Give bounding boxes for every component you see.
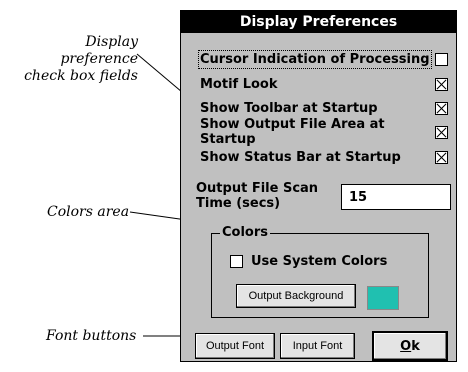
font-buttons-callout: Font buttons bbox=[46, 328, 137, 344]
pref-checkbox[interactable] bbox=[435, 77, 448, 91]
input-font-button[interactable]: Input Font bbox=[280, 333, 355, 359]
ok-label-rest: k bbox=[411, 338, 420, 354]
dialog-title-bar: Display Preferences bbox=[181, 11, 456, 33]
use-system-colors-label: Use System Colors bbox=[251, 254, 388, 269]
pref-checkbox[interactable] bbox=[435, 101, 448, 115]
display-pref-callout: Display preference check box fields bbox=[10, 34, 138, 85]
pref-label: Show Output File Area at Startup bbox=[200, 117, 385, 147]
pref-motif-look[interactable]: Motif Look bbox=[200, 73, 448, 95]
use-system-colors-checkbox[interactable] bbox=[230, 255, 243, 268]
pref-checkbox[interactable] bbox=[435, 52, 448, 66]
output-font-button[interactable]: Output Font bbox=[195, 333, 275, 359]
ok-button[interactable]: Ok bbox=[372, 331, 448, 361]
ok-mnemonic: O bbox=[400, 338, 412, 354]
colors-legend: Colors bbox=[220, 225, 271, 241]
display-pref-callout-line2: check box fields bbox=[24, 68, 138, 84]
dialog-title: Display Preferences bbox=[239, 14, 398, 30]
pref-checkbox[interactable] bbox=[435, 150, 448, 164]
scan-time-label-line2: Time (secs) bbox=[196, 196, 281, 211]
display-preferences-dialog: Display Preferences Cursor Indication of… bbox=[180, 10, 457, 362]
pref-label: Show Toolbar at Startup bbox=[200, 100, 378, 116]
scan-time-label-line1: Output File Scan bbox=[196, 181, 319, 196]
colors-group: Colors Use System Colors Output Backgrou… bbox=[211, 225, 429, 318]
scan-time-input[interactable]: 15 bbox=[341, 184, 451, 210]
colors-area-callout: Colors area bbox=[47, 204, 130, 220]
pref-checkbox[interactable] bbox=[435, 125, 448, 139]
use-system-colors-option[interactable]: Use System Colors bbox=[230, 254, 387, 269]
pref-label: Cursor Indication of Processing bbox=[198, 49, 432, 69]
pref-show-toolbar[interactable]: Show Toolbar at Startup bbox=[200, 97, 448, 119]
output-background-button[interactable]: Output Background bbox=[236, 284, 356, 308]
display-pref-callout-line1: Display preference bbox=[60, 34, 138, 67]
scan-time-label: Output File Scan Time (secs) bbox=[196, 181, 318, 211]
pref-label: Motif Look bbox=[200, 76, 278, 92]
output-background-swatch bbox=[367, 286, 399, 310]
pref-show-status-bar[interactable]: Show Status Bar at Startup bbox=[200, 146, 448, 168]
pref-cursor-indication[interactable]: Cursor Indication of Processing bbox=[198, 48, 448, 70]
pref-show-output-file-area[interactable]: Show Output File Area at Startup bbox=[200, 117, 448, 147]
pref-label: Show Status Bar at Startup bbox=[200, 149, 401, 165]
